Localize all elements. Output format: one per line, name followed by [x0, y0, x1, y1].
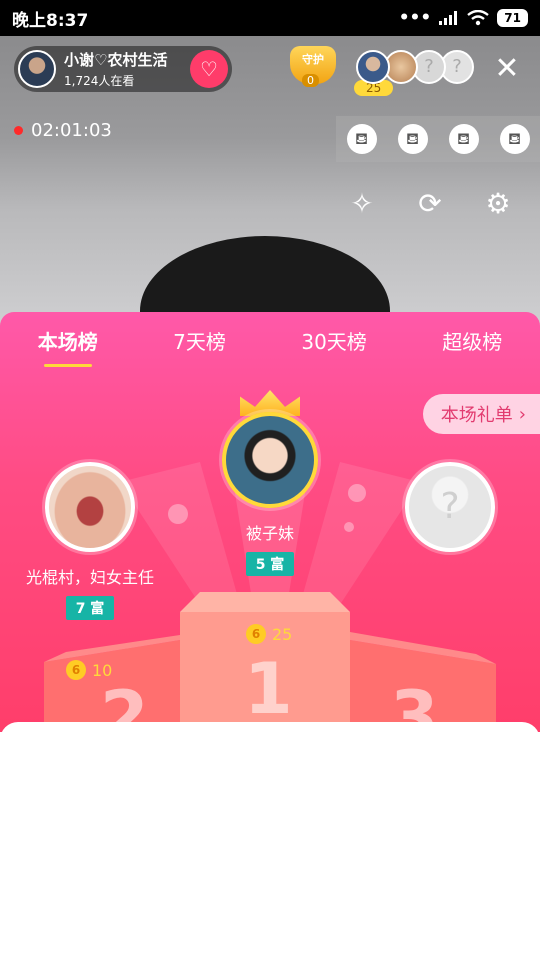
battery-icon: 71: [497, 9, 528, 27]
rank-first[interactable]: 被子妹 5 富: [170, 412, 370, 576]
rank-first-coins: 6 25: [246, 624, 292, 644]
beauty-wand-icon[interactable]: ✧: [344, 186, 380, 222]
rank-second-coins: 6 10: [66, 660, 112, 680]
host-text: 小谢♡农村生活 1,724人在看: [64, 49, 167, 89]
settings-gear-icon[interactable]: ⚙: [480, 186, 516, 222]
tab-this-session[interactable]: 本场榜: [38, 326, 98, 367]
rank-third-avatar-placeholder: ?: [405, 462, 495, 552]
follow-button[interactable]: ♡: [190, 50, 228, 88]
gift-list-label: 本场礼单: [440, 405, 513, 426]
chevron-right-icon: ›: [518, 403, 526, 425]
rank-first-name: 被子妹: [245, 524, 294, 543]
viewer-count: 1,724人在看: [64, 74, 135, 88]
host-info[interactable]: 小谢♡农村生活 1,724人在看 ♡: [14, 46, 232, 92]
rank-first-rich-badge: 5 富: [245, 552, 295, 576]
status-icons: ••• 71: [399, 8, 528, 28]
tab-7-days[interactable]: 7天榜: [173, 326, 226, 367]
seat-row: ⛾ ⛾ ⛾ ⛾: [336, 116, 540, 162]
ranking-panel: 本场榜 7天榜 30天榜 超级榜 本场礼单 › 被子妹 5 富 光棍村，妇女主任…: [0, 312, 540, 732]
tab-super[interactable]: 超级榜: [442, 326, 502, 367]
live-timer-text: 02:01:03: [31, 120, 112, 141]
rank-first-coin-value: 25: [272, 624, 293, 644]
close-button[interactable]: ✕: [492, 54, 522, 84]
guard-count: 0: [302, 74, 319, 87]
gift-list-button[interactable]: 本场礼单 ›: [422, 394, 540, 434]
top-viewers[interactable]: ? ? 25: [354, 50, 476, 100]
status-bar: 晚上8:37 ••• 71: [0, 0, 540, 36]
more-dots-icon: •••: [398, 8, 432, 28]
flip-camera-icon[interactable]: ⟳: [412, 186, 448, 222]
coin-icon: 6: [246, 624, 266, 644]
sofa-seat-icon[interactable]: ⛾: [397, 124, 428, 154]
ranking-tabs: 本场榜 7天榜 30天榜 超级榜: [0, 326, 540, 367]
viewer-avatar[interactable]: [356, 50, 390, 84]
tool-row: ✧ ⟳ ⚙: [344, 186, 516, 222]
sofa-seat-icon[interactable]: ⛾: [499, 124, 530, 154]
tab-30-days[interactable]: 30天榜: [301, 326, 366, 367]
host-name: 小谢♡农村生活: [64, 51, 168, 69]
host-avatar[interactable]: [18, 50, 56, 88]
sofa-seat-icon[interactable]: ⛾: [346, 124, 377, 154]
bottom-sheet: [0, 722, 540, 960]
wifi-icon: [467, 10, 490, 26]
rank-first-avatar[interactable]: [222, 412, 318, 508]
rank-second-avatar[interactable]: [45, 462, 135, 552]
sofa-seat-icon[interactable]: ⛾: [448, 124, 479, 154]
coin-icon: 6: [66, 660, 86, 680]
rank-second-coin-value: 10: [92, 660, 113, 680]
recording-dot-icon: [14, 126, 23, 135]
signal-icon: [439, 11, 458, 25]
rank-third[interactable]: ?: [360, 462, 540, 552]
status-time: 晚上8:37: [12, 10, 89, 31]
rank-second-name: 光棍村，妇女主任: [25, 568, 154, 587]
guard-badge[interactable]: 守护 0: [290, 46, 336, 92]
podium-number-1: 1: [244, 648, 293, 730]
close-icon: ✕: [494, 51, 520, 86]
guard-label: 守护: [302, 53, 324, 66]
live-timer: 02:01:03: [14, 120, 112, 141]
heart-plus-icon: ♡: [200, 57, 218, 81]
